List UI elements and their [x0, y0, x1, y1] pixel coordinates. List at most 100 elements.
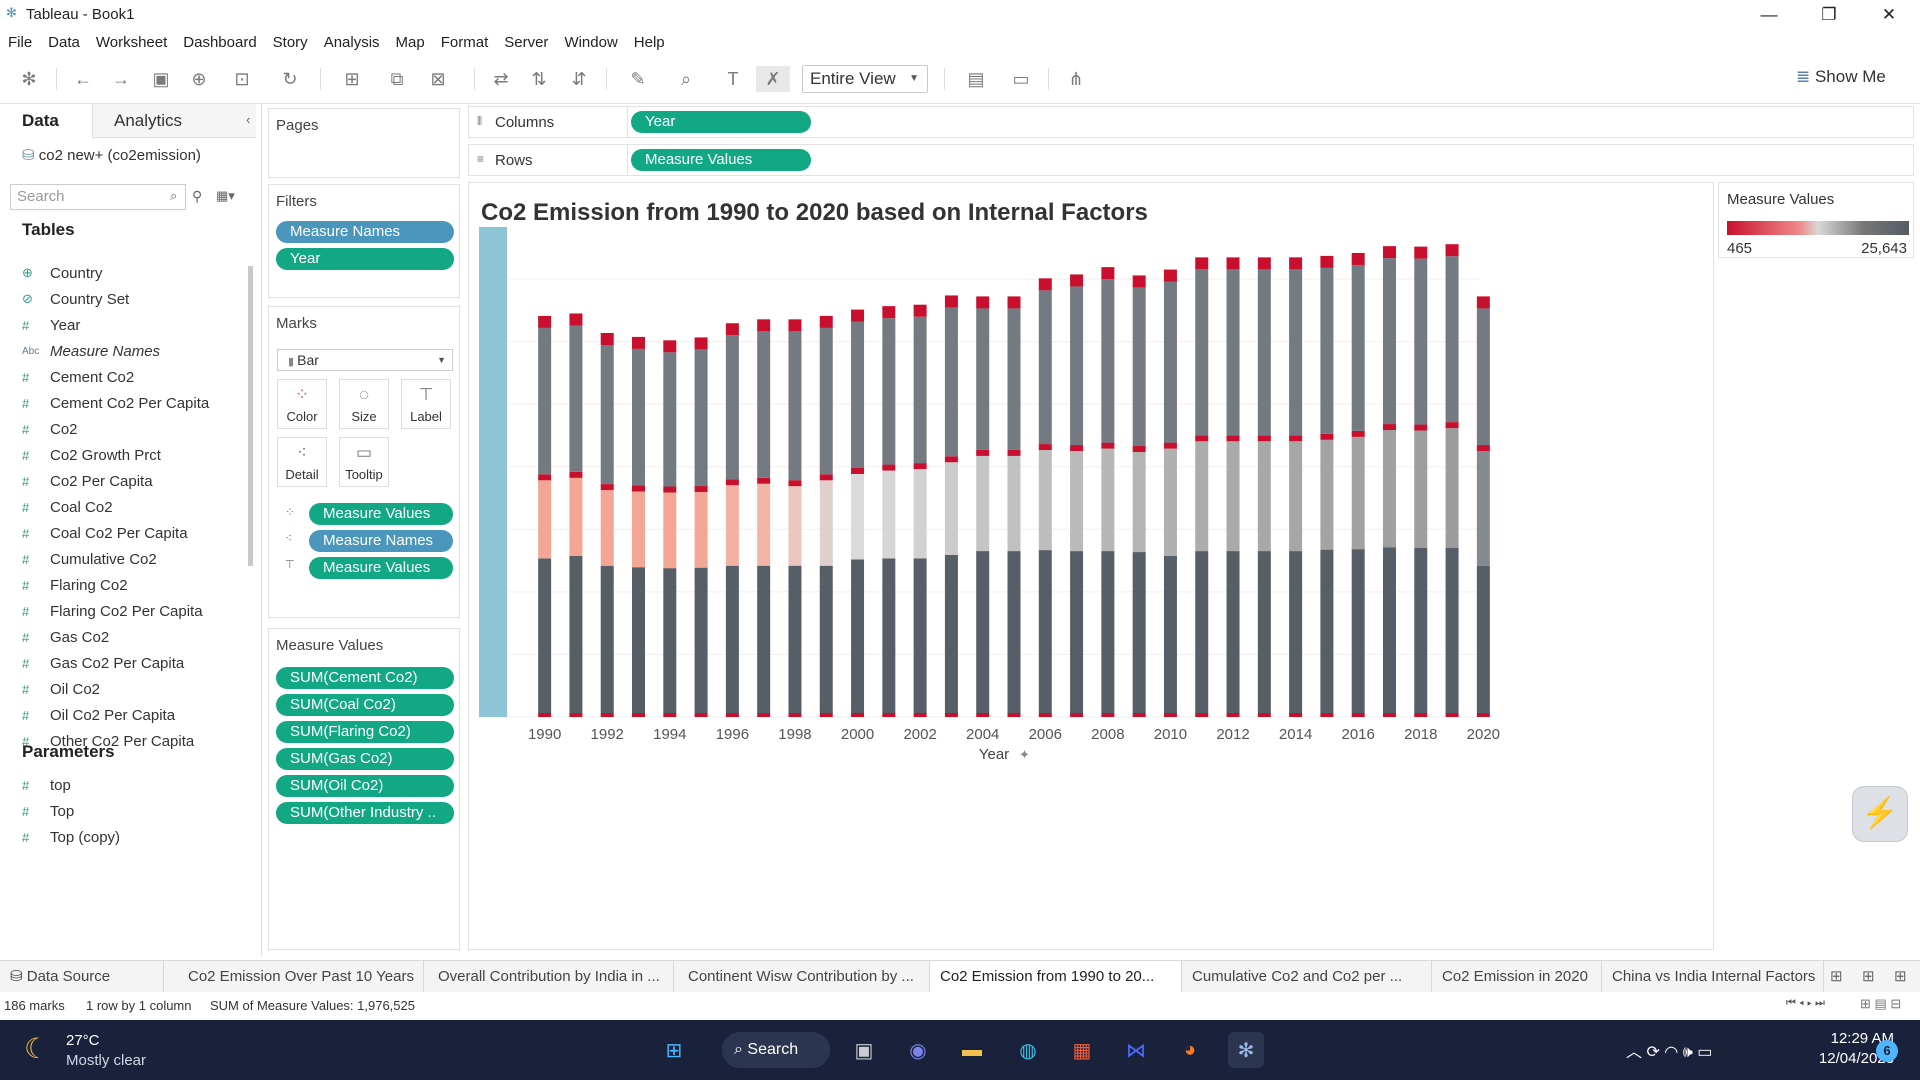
close-button[interactable]: ✕ [1860, 0, 1918, 30]
floating-lightning-icon[interactable]: ⚡ [1852, 786, 1908, 842]
marks-pill-detail-measure-names[interactable]: Measure Names [309, 530, 453, 552]
field-list-scrollbar[interactable] [248, 266, 253, 566]
label-button[interactable]: ⊤ Label [401, 379, 451, 429]
menu-file[interactable]: File [8, 34, 32, 51]
filter-icon[interactable]: ⚲ [192, 188, 202, 205]
filters-card[interactable]: Filters Measure Names Year [268, 184, 460, 298]
system-tray-icons[interactable]: ︿ ⟳ ◠ 🕪 ▭ [1626, 1038, 1712, 1062]
marks-pill-label-measure-values[interactable]: Measure Values [309, 557, 453, 579]
new-worksheet-icon[interactable]: ⊞ [334, 66, 370, 92]
redo-icon[interactable]: → [108, 66, 134, 92]
sheet-view-icons[interactable]: ⊞ ▤ ⊟ [1860, 996, 1901, 1012]
field-measure-names[interactable]: Abc Measure Names [22, 338, 160, 364]
app-icon[interactable]: ⋈ [1118, 1032, 1154, 1068]
tab-sheet-active[interactable]: Co2 Emission from 1990 to 20... [930, 961, 1182, 993]
new-dashboard-tab-icon[interactable]: ⊞ [1862, 967, 1875, 985]
tab-data[interactable]: Data [0, 104, 92, 138]
new-worksheet-tab-icon[interactable]: ⊞ [1830, 967, 1843, 985]
field-flaring-co2-per-capita[interactable]: # Flaring Co2 Per Capita [22, 598, 203, 624]
filter-pill-year[interactable]: Year [276, 248, 454, 270]
minimize-button[interactable]: — [1740, 0, 1798, 30]
menu-analysis[interactable]: Analysis [324, 34, 380, 51]
size-button[interactable]: ◌ Size [339, 379, 389, 429]
windows-start-icon[interactable]: ⊞ [656, 1032, 692, 1068]
menu-dashboard[interactable]: Dashboard [183, 34, 256, 51]
microsoft-store-icon[interactable]: ▦ [1064, 1032, 1100, 1068]
group-members-icon[interactable]: ⌕ [668, 66, 704, 92]
menu-worksheet[interactable]: Worksheet [96, 34, 167, 51]
pages-card[interactable]: Pages [268, 108, 460, 178]
field-co2-growth-prct[interactable]: # Co2 Growth Prct [22, 442, 161, 468]
color-button[interactable]: ⁘ Color [277, 379, 327, 429]
sort-descending-icon[interactable]: ⇵ [566, 66, 592, 92]
field-flaring-co2[interactable]: # Flaring Co2 [22, 572, 128, 598]
rows-shelf[interactable]: ≡ Rows Measure Values [468, 144, 1914, 176]
menu-map[interactable]: Map [396, 34, 425, 51]
weather-desc[interactable]: Mostly clear [66, 1052, 146, 1069]
tableau-taskbar-icon[interactable]: ✻ [1228, 1032, 1264, 1068]
fix-axes-icon[interactable]: ✗ [756, 66, 790, 92]
menu-window[interactable]: Window [564, 34, 617, 51]
datasource-name[interactable]: ⛁ co2 new+ (co2emission) [22, 146, 201, 164]
mv-pill-coal[interactable]: SUM(Coal Co2) [276, 694, 454, 716]
field-cement-co2-per-capita[interactable]: # Cement Co2 Per Capita [22, 390, 209, 416]
fit-dropdown[interactable]: Entire View ▼ [802, 65, 928, 93]
clear-sheet-icon[interactable]: ⊠ [420, 66, 456, 92]
undo-icon[interactable]: ← [70, 66, 96, 92]
share-icon[interactable]: ⋔ [1062, 66, 1090, 92]
mv-pill-other-industry[interactable]: SUM(Other Industry .. [276, 802, 454, 824]
field-country-set[interactable]: ⊘ Country Set [22, 286, 129, 312]
refresh-icon[interactable]: ↻ [272, 66, 308, 92]
tab-data-source[interactable]: ⛁ Data Source [0, 961, 164, 993]
weather-temp[interactable]: 27°C [66, 1032, 100, 1049]
file-explorer-icon[interactable]: ▬ [954, 1032, 990, 1068]
field-coal-co2-per-capita[interactable]: # Coal Co2 Per Capita [22, 520, 188, 546]
field-oil-co2[interactable]: # Oil Co2 [22, 676, 100, 702]
save-icon[interactable]: ▣ [148, 66, 174, 92]
mv-pill-gas[interactable]: SUM(Gas Co2) [276, 748, 454, 770]
tab-sheet-6[interactable]: Co2 Emission in 2020 [1432, 961, 1602, 993]
show-me-button[interactable]: ≣ Show Me [1796, 67, 1886, 87]
bar-chart[interactable]: 1990 1992 1994 1996 1998 2000 2002 2004 2006 2008… [469, 183, 1715, 951]
menu-data[interactable]: Data [48, 34, 80, 51]
tab-sheet-3[interactable]: Continent Wisw Contribution by ... [678, 961, 930, 993]
mark-type-dropdown[interactable]: ▮ Bar ▼ [277, 349, 453, 371]
field-coal-co2[interactable]: # Coal Co2 [22, 494, 113, 520]
menu-story[interactable]: Story [273, 34, 308, 51]
highlight-icon[interactable]: ✎ [620, 66, 656, 92]
field-co2-per-capita[interactable]: # Co2 Per Capita [22, 468, 153, 494]
menu-server[interactable]: Server [504, 34, 548, 51]
field-co2[interactable]: # Co2 [22, 416, 78, 442]
field-gas-co2[interactable]: # Gas Co2 [22, 624, 109, 650]
mv-pill-cement[interactable]: SUM(Cement Co2) [276, 667, 454, 689]
color-legend[interactable]: Measure Values 465 25,643 [1718, 182, 1914, 258]
rows-pill-measure-values[interactable]: Measure Values [631, 149, 811, 171]
duplicate-sheet-icon[interactable]: ⧉ [384, 66, 410, 92]
notification-badge[interactable]: 6 [1876, 1040, 1898, 1062]
detail-button[interactable]: ⁖ Detail [277, 437, 327, 487]
firefox-icon[interactable]: ◕ [1172, 1032, 1208, 1068]
show-cards-icon[interactable]: ▤ [958, 66, 994, 92]
task-view-icon[interactable]: ▣ [846, 1032, 882, 1068]
view-options-icon[interactable]: ▦▾ [216, 188, 235, 204]
search-input[interactable]: Search [10, 184, 186, 210]
columns-pill-year[interactable]: Year [631, 111, 811, 133]
mv-pill-flaring[interactable]: SUM(Flaring Co2) [276, 721, 454, 743]
maximize-button[interactable]: ❐ [1800, 0, 1858, 30]
tab-sheet-7[interactable]: China vs India Internal Factors [1602, 961, 1824, 993]
tab-sheet-5[interactable]: Cumulative Co2 and Co2 per ... [1182, 961, 1432, 993]
new-datasource-icon[interactable]: ⊕ [186, 66, 212, 92]
parameter-top[interactable]: # Top [22, 798, 74, 824]
sort-ascending-icon[interactable]: ⇅ [526, 66, 552, 92]
parameter-top[interactable]: # top [22, 772, 71, 798]
taskbar-search[interactable]: ⌕ Search [722, 1032, 830, 1068]
new-story-tab-icon[interactable]: ⊞ [1894, 967, 1907, 985]
tableau-logo-icon[interactable]: ✻ [16, 66, 42, 92]
presentation-mode-icon[interactable]: ▭ [1006, 66, 1036, 92]
menu-format[interactable]: Format [441, 34, 489, 51]
teams-chat-icon[interactable]: ◉ [900, 1032, 936, 1068]
tab-sheet-2[interactable]: Overall Contribution by India in ... [428, 961, 674, 993]
tooltip-button[interactable]: ▭ Tooltip [339, 437, 389, 487]
field-cement-co2[interactable]: # Cement Co2 [22, 364, 134, 390]
parameter-top-copy-[interactable]: # Top (copy) [22, 824, 120, 850]
